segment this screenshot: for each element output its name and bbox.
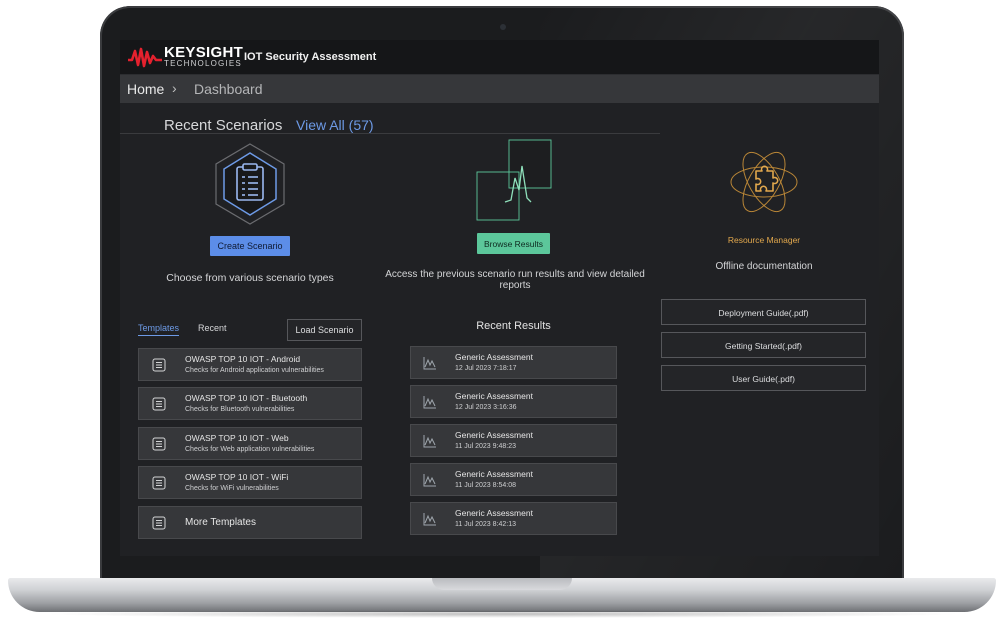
getting-started-button[interactable]: Getting Started(.pdf) [661, 332, 866, 358]
template-subtitle: Checks for Android application vulnerabi… [185, 367, 324, 374]
clipboard-hexagon-icon [215, 143, 285, 225]
template-list-icon [152, 358, 166, 372]
template-item-android[interactable]: OWASP TOP 10 IOT - Android Checks for An… [138, 348, 362, 381]
create-scenario-button[interactable]: Create Scenario [210, 236, 290, 256]
result-item[interactable]: Generic Assessment 12 Jul 2023 7:18:17 [410, 346, 617, 379]
more-templates-label: More Templates [185, 517, 256, 528]
deployment-guide-button[interactable]: Deployment Guide(.pdf) [661, 299, 866, 325]
template-title: OWASP TOP 10 IOT - Bluetooth [185, 393, 308, 403]
result-item[interactable]: Generic Assessment 11 Jul 2023 8:42:13 [410, 502, 617, 535]
app-screen: KEYSIGHT TECHNOLOGIES IOT Security Asses… [120, 40, 879, 556]
result-name: Generic Assessment [455, 469, 533, 479]
result-date: 11 Jul 2023 8:42:13 [455, 521, 516, 528]
keysight-wave-icon [128, 47, 162, 68]
chevron-right-icon: › [172, 80, 177, 96]
line-chart-icon [423, 474, 436, 487]
line-chart-icon [423, 396, 436, 409]
template-item-wifi[interactable]: OWASP TOP 10 IOT - WiFi Checks for WiFi … [138, 466, 362, 499]
result-date: 11 Jul 2023 9:48:23 [455, 443, 516, 450]
webcam [500, 24, 506, 30]
create-scenario-description: Choose from various scenario types [166, 272, 334, 284]
line-chart-icon [423, 435, 436, 448]
template-item-web[interactable]: OWASP TOP 10 IOT - Web Checks for Web ap… [138, 427, 362, 460]
result-item[interactable]: Generic Assessment 11 Jul 2023 8:54:08 [410, 463, 617, 496]
load-scenario-button[interactable]: Load Scenario [287, 319, 362, 341]
recent-scenarios-title: Recent Scenarios [164, 117, 283, 134]
offline-documentation-label: Offline documentation [715, 261, 813, 272]
template-subtitle: Checks for WiFi vulnerabilities [185, 485, 279, 492]
template-list-icon [152, 397, 166, 411]
line-chart-icon [423, 357, 436, 370]
laptop-base-notch [432, 578, 572, 590]
template-title: OWASP TOP 10 IOT - WiFi [185, 472, 289, 482]
laptop-shadow [40, 610, 964, 618]
template-list-icon [152, 437, 166, 451]
result-name: Generic Assessment [455, 391, 533, 401]
results-chart-icon [476, 139, 552, 221]
breadcrumb-home[interactable]: Home [127, 81, 164, 97]
template-list-icon [152, 516, 166, 530]
template-subtitle: Checks for Web application vulnerabiliti… [185, 446, 315, 453]
result-item[interactable]: Generic Assessment 12 Jul 2023 3:16:36 [410, 385, 617, 418]
more-templates-button[interactable]: More Templates [138, 506, 362, 539]
result-item[interactable]: Generic Assessment 11 Jul 2023 9:48:23 [410, 424, 617, 457]
section-divider [120, 133, 660, 134]
app-title: IOT Security Assessment [244, 51, 377, 63]
resource-manager-link[interactable]: Resource Manager [680, 235, 848, 245]
tab-templates[interactable]: Templates [138, 323, 180, 336]
template-title: OWASP TOP 10 IOT - Web [185, 433, 289, 443]
recent-results-title: Recent Results [476, 320, 551, 332]
template-title: OWASP TOP 10 IOT - Android [185, 354, 301, 364]
tab-recent[interactable]: Recent [198, 323, 227, 333]
breadcrumb: Home › Dashboard [120, 75, 879, 103]
view-all-link[interactable]: View All (57) [296, 117, 374, 133]
result-name: Generic Assessment [455, 508, 533, 518]
browse-results-description: Access the previous scenario run results… [385, 269, 645, 291]
result-date: 12 Jul 2023 3:16:36 [455, 404, 517, 411]
result-name: Generic Assessment [455, 352, 533, 362]
puzzle-atom-icon [730, 151, 798, 213]
browse-results-button[interactable]: Browse Results [477, 233, 550, 254]
user-guide-button[interactable]: User Guide(.pdf) [661, 365, 866, 391]
template-list-icon [152, 476, 166, 490]
result-date: 12 Jul 2023 7:18:17 [455, 365, 517, 372]
app-header: KEYSIGHT TECHNOLOGIES IOT Security Asses… [120, 40, 879, 75]
brand-subtitle: TECHNOLOGIES [164, 59, 242, 68]
template-item-bluetooth[interactable]: OWASP TOP 10 IOT - Bluetooth Checks for … [138, 387, 362, 420]
result-name: Generic Assessment [455, 430, 533, 440]
result-date: 11 Jul 2023 8:54:08 [455, 482, 516, 489]
breadcrumb-current: Dashboard [194, 81, 263, 97]
line-chart-icon [423, 513, 436, 526]
template-subtitle: Checks for Bluetooth vulnerabilities [185, 406, 295, 413]
